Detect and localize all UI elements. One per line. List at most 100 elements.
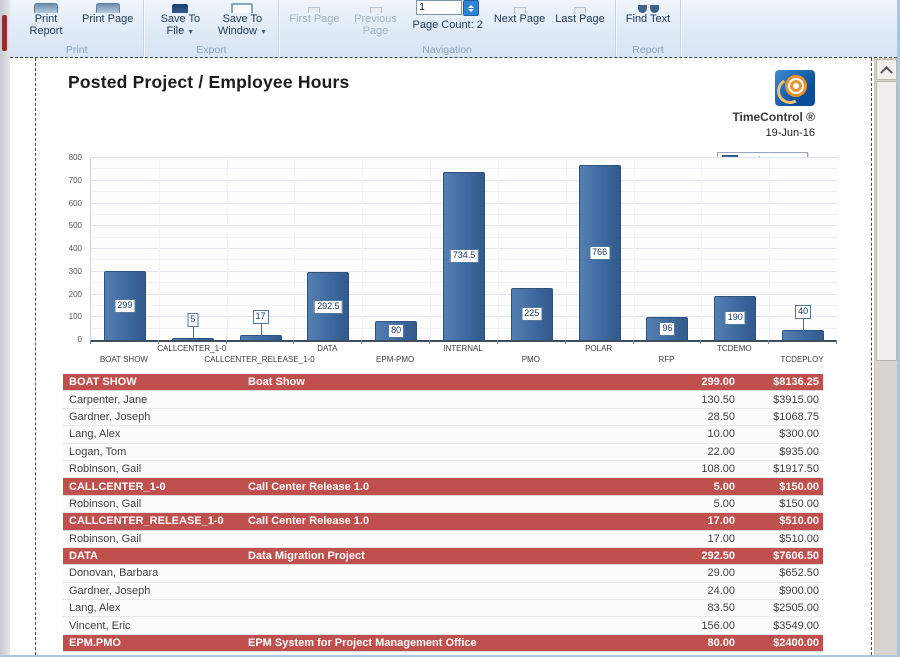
previous-page-button[interactable]: Previous Page xyxy=(345,1,407,37)
table-row-employee: Logan, Tom22.00$935.00 xyxy=(63,444,823,461)
bar-value-label: 80 xyxy=(388,324,404,338)
x-category-label: CALLCENTER_RELEASE_1-0 xyxy=(204,355,314,364)
chevron-down-icon: ▼ xyxy=(187,29,194,36)
label-connector xyxy=(261,324,262,336)
first-page-label: First Page xyxy=(289,13,339,25)
chevron-down-icon: ▼ xyxy=(260,29,267,36)
table-cell-amount: $510.00 xyxy=(737,515,823,527)
table-cell-hours: 156.00 xyxy=(647,620,737,632)
report-content-area: Posted Project / Employee Hours TimeCont… xyxy=(10,58,897,655)
find-text-button[interactable]: Find Text xyxy=(621,1,675,25)
table-cell-desc: Data Migration Project xyxy=(248,550,647,562)
x-tick xyxy=(90,340,91,344)
bar-slot: 292.5 xyxy=(294,158,362,340)
table-cell-id: CALLCENTER_RELEASE_1-0 xyxy=(63,515,248,527)
save-disk-icon xyxy=(172,4,188,13)
table-cell-id: Lang, Alex xyxy=(63,602,248,614)
save-to-file-button[interactable]: Save To File ▼ xyxy=(149,1,211,39)
bar-value-label: 299 xyxy=(114,299,135,313)
table-row-project-group: BOAT SHOWBoat Show299.00$8136.25 xyxy=(63,374,823,391)
x-category-label: DATA xyxy=(317,344,337,353)
scroll-up-button[interactable] xyxy=(876,59,897,80)
main-column: Print Report Print Page Print Save To Fi… xyxy=(10,0,897,655)
print-report-button[interactable]: Print Report xyxy=(15,1,77,37)
table-cell-amount: $150.00 xyxy=(737,498,823,510)
table-row-employee: Donovan, Barbara29.00$652.50 xyxy=(63,565,823,582)
bar-value-label: 766 xyxy=(589,246,610,260)
x-category-label: BOAT SHOW xyxy=(100,355,148,364)
x-tick xyxy=(836,340,837,344)
next-page-button[interactable]: Next Page xyxy=(489,1,550,25)
find-text-label: Find Text xyxy=(626,13,670,25)
table-row-employee: Gardner, Joseph24.00$900.00 xyxy=(63,583,823,600)
window-left-border xyxy=(0,0,10,655)
table-cell-hours: 299.00 xyxy=(647,376,737,388)
table-cell-amount: $1917.50 xyxy=(737,463,823,475)
table-cell-desc: Boat Show xyxy=(248,376,647,388)
table-cell-id: DATA xyxy=(63,550,248,562)
scrollbar-thumb[interactable] xyxy=(876,81,897,361)
table-cell-hours: 5.00 xyxy=(647,498,737,510)
printer-icon xyxy=(96,3,120,13)
x-category-label: EPM-PMO xyxy=(376,355,414,364)
table-row-employee: Carpenter, Jane130.50$3915.00 xyxy=(63,391,823,408)
bar-slot: 225 xyxy=(498,158,566,340)
x-tick xyxy=(158,340,159,344)
table-cell-id: Robinson, Gail xyxy=(63,498,248,510)
page-spinner[interactable] xyxy=(463,0,479,16)
chart-plot-area: 299517292.580734.52257669619040 xyxy=(90,158,837,342)
table-row-employee: Lang, Alex 83.50$2505.00 xyxy=(63,600,823,617)
previous-page-label: Previous Page xyxy=(350,13,402,37)
x-tick xyxy=(497,340,498,344)
next-page-label: Next Page xyxy=(494,13,545,25)
print-page-label: Print Page xyxy=(82,13,133,25)
table-cell-hours: 10.00 xyxy=(647,428,737,440)
x-category-label: PMO xyxy=(522,355,540,364)
table-row-project-group: CALLCENTER_1-0Call Center Release 1.05.0… xyxy=(63,478,823,495)
hours-table: BOAT SHOWBoat Show299.00$8136.25Carpente… xyxy=(63,374,823,652)
toolbar-group-print: Print Report Print Page Print xyxy=(10,0,144,57)
bar-slot: 190 xyxy=(701,158,769,340)
table-cell-id: Logan, Tom xyxy=(63,446,248,458)
table-cell-hours: 29.00 xyxy=(647,567,737,579)
page-number-box: Page Count: 2 xyxy=(407,1,489,31)
printer-icon xyxy=(34,3,58,13)
table-row-project-group: EPM.PMOEPM System for Project Management… xyxy=(63,635,823,652)
first-page-button[interactable]: First Page xyxy=(284,1,344,25)
report-viewer-window: Print Report Print Page Print Save To Fi… xyxy=(0,0,900,657)
toolbar-group-navigation: First Page Previous Page Page Count: 2 N… xyxy=(279,0,615,57)
table-cell-id: CALLCENTER_1-0 xyxy=(63,481,248,493)
group-label-print: Print xyxy=(10,44,143,56)
save-to-window-button[interactable]: Save To Window ▼ xyxy=(211,1,273,39)
bar-slot: 299 xyxy=(91,158,159,340)
print-report-label: Print Report xyxy=(20,13,72,37)
table-cell-hours: 80.00 xyxy=(647,637,737,649)
table-cell-id: Lang, Alex xyxy=(63,428,248,440)
window-edge-red-marker xyxy=(2,15,7,51)
table-cell-hours: 108.00 xyxy=(647,463,737,475)
vertical-scrollbar[interactable] xyxy=(874,58,897,655)
y-tick-label: 300 xyxy=(69,268,82,276)
bar-slot: 80 xyxy=(362,158,430,340)
brand-name: TimeControl ® xyxy=(732,110,815,124)
binoculars-icon xyxy=(638,5,659,13)
y-tick-label: 700 xyxy=(69,177,82,185)
table-cell-amount: $2505.00 xyxy=(737,602,823,614)
table-cell-amount: $2400.00 xyxy=(737,637,823,649)
save-to-window-label: Save To Window xyxy=(218,13,262,37)
table-cell-id: Donovan, Barbara xyxy=(63,567,248,579)
table-cell-amount: $3549.00 xyxy=(737,620,823,632)
chevron-up-icon xyxy=(880,66,893,79)
x-category-label: TCDEPLOY xyxy=(781,355,824,364)
print-page-button[interactable]: Print Page xyxy=(77,1,138,25)
last-page-button[interactable]: Last Page xyxy=(550,1,610,25)
bar-value-label: 40 xyxy=(795,305,811,319)
bar-slot: 5 xyxy=(159,158,227,340)
page-number-input[interactable] xyxy=(416,0,462,15)
group-label-report: Report xyxy=(616,44,680,56)
table-cell-desc: Call Center Release 1.0 xyxy=(248,481,647,493)
table-cell-hours: 292.50 xyxy=(647,550,737,562)
x-category-label: RFP xyxy=(658,355,674,364)
table-cell-hours: 83.50 xyxy=(647,602,737,614)
x-category-label: POLAR xyxy=(585,344,612,353)
